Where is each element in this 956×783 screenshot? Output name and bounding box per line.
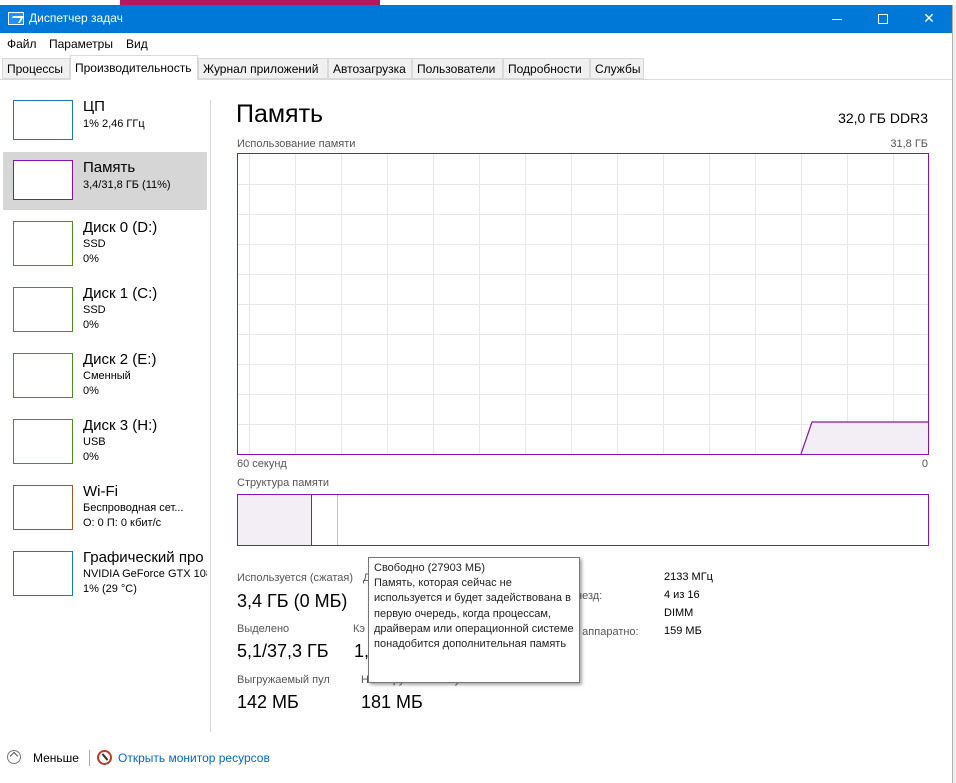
- resource-monitor-icon[interactable]: [97, 750, 112, 765]
- task-manager-icon: [8, 12, 24, 25]
- close-icon: ✕: [923, 10, 935, 26]
- memory-usage-label: Использование памяти: [237, 138, 356, 150]
- used-value: 3,4 ГБ (0 МБ): [237, 591, 348, 611]
- memory-mini-graph: [13, 160, 73, 200]
- gpu-mini-graph: [13, 551, 73, 596]
- window-border: [952, 5, 956, 783]
- sidebar-item-detail: О: 0 П: 0 кбит/с: [83, 517, 162, 529]
- used-label: Используется (сжатая): [237, 572, 354, 584]
- disk-mini-graph: [13, 419, 73, 464]
- memory-usage-area: [801, 422, 928, 454]
- disk-mini-graph: [13, 287, 73, 332]
- sidebar-item-type: SSD: [83, 304, 106, 316]
- nonpaged-pool-value: 181 МБ: [361, 692, 423, 712]
- sidebar-item-name: Wi-Fi: [83, 483, 118, 500]
- sidebar-item-detail: 0%: [83, 385, 99, 397]
- slots-value: 4 из 16: [664, 589, 700, 601]
- memory-spec: 32,0 ГБ DDR3: [838, 110, 928, 126]
- memory-usage-max: 31,8 ГБ: [890, 138, 928, 150]
- cpu-mini-graph: [13, 100, 73, 140]
- sidebar-item-type: USB: [83, 436, 106, 448]
- graph-grid: [238, 154, 928, 454]
- free-memory-tooltip: Свободно (27903 МБ) Память, которая сейч…: [368, 557, 580, 683]
- footer: Меньше Открыть монитор ресурсов: [0, 740, 952, 783]
- sidebar-item-name: Диск 3 (H:): [83, 417, 158, 434]
- tab-services[interactable]: Службы: [590, 58, 644, 79]
- sidebar-item-type: Беспроводная сет...: [83, 502, 184, 514]
- sidebar-item-name: Диск 2 (E:): [83, 351, 157, 368]
- tab-users[interactable]: Пользователи: [412, 58, 503, 79]
- menu-file[interactable]: Файл: [7, 37, 37, 51]
- sidebar-item-type: Сменный: [83, 370, 131, 382]
- menu-options[interactable]: Параметры: [49, 37, 113, 51]
- sidebar-item-name: ЦП: [83, 98, 105, 115]
- sidebar-item-gpu[interactable]: Графический про NVIDIA GeForce GTX 108 1…: [3, 543, 207, 603]
- sidebar-item-detail: 3,4/31,8 ГБ (11%): [83, 179, 171, 191]
- tab-startup[interactable]: Автозагрузка: [328, 58, 412, 79]
- sidebar-item-detail: 0%: [83, 253, 99, 265]
- memory-structure-used[interactable]: [238, 495, 312, 545]
- sidebar-item-name: Память: [83, 159, 136, 176]
- graph-time-zero: 0: [921, 458, 928, 470]
- sidebar-item-type: SSD: [83, 238, 106, 250]
- speed-value: 2133 МГц: [664, 571, 713, 583]
- sidebar-item-name: Диск 1 (C:): [83, 285, 158, 302]
- hardware-reserved-label: о аппаратно:: [573, 626, 639, 638]
- paged-pool-value: 142 МБ: [237, 692, 299, 712]
- menu-bar: Файл Параметры Вид: [0, 33, 952, 55]
- sidebar-divider: [210, 100, 211, 732]
- sidebar-item-cpu[interactable]: ЦП 1% 2,46 ГГц: [3, 93, 207, 153]
- graph-time-span: 60 секунд: [237, 458, 287, 470]
- minimize-button[interactable]: [814, 5, 860, 33]
- sidebar-item-disk-0[interactable]: Диск 0 (D:) SSD 0%: [3, 213, 207, 273]
- memory-structure-label: Структура памяти: [237, 477, 330, 489]
- memory-structure-bar[interactable]: [237, 494, 929, 546]
- sidebar-item-name: Графический про: [83, 549, 204, 566]
- maximize-icon: [878, 14, 888, 25]
- tooltip-body: Память, которая сейчас не используется и…: [374, 577, 574, 651]
- sidebar-item-detail: 0%: [83, 319, 99, 331]
- sidebar-item-name: Диск 0 (D:): [83, 219, 158, 236]
- memory-structure-modified[interactable]: [312, 495, 338, 545]
- tab-details[interactable]: Подробности: [503, 58, 590, 79]
- sidebar-item-wifi[interactable]: Wi-Fi Беспроводная сет... О: 0 П: 0 кбит…: [3, 477, 207, 537]
- memory-usage-graph-canvas: [238, 154, 928, 454]
- maximize-button[interactable]: [860, 5, 906, 33]
- cached-value: 1,: [354, 641, 370, 661]
- memory-usage-graph: [237, 153, 929, 455]
- form-factor-value: DIMM: [664, 607, 694, 619]
- chevron-up-icon[interactable]: [7, 750, 21, 764]
- page-title: Память: [236, 100, 324, 128]
- allocated-label: Выделено: [237, 623, 290, 635]
- fewer-details-button[interactable]: Меньше: [33, 751, 79, 765]
- allocated-value: 5,1/37,3 ГБ: [237, 641, 329, 661]
- cached-label: Кэ: [353, 623, 366, 635]
- tooltip-title: Свободно (27903 МБ): [374, 562, 485, 574]
- disk-mini-graph: [13, 221, 73, 266]
- sidebar-item-detail: 1% 2,46 ГГц: [83, 118, 145, 130]
- open-resource-monitor-link[interactable]: Открыть монитор ресурсов: [118, 751, 270, 765]
- footer-divider: [89, 750, 90, 766]
- sidebar-item-detail: 0%: [83, 451, 99, 463]
- paged-pool-label: Выгружаемый пул: [237, 674, 330, 686]
- sidebar-item-disk-2[interactable]: Диск 2 (E:) Сменный 0%: [3, 345, 207, 405]
- sidebar-item-type: NVIDIA GeForce GTX 108: [83, 568, 207, 580]
- title-bar: Диспетчер задач ✕: [0, 5, 952, 33]
- window-title: Диспетчер задач: [29, 11, 123, 25]
- sidebar-item-memory[interactable]: Память 3,4/31,8 ГБ (11%): [3, 152, 207, 210]
- sidebar-item-disk-3[interactable]: Диск 3 (H:) USB 0%: [3, 411, 207, 471]
- tab-performance[interactable]: Производительность: [70, 55, 198, 80]
- menu-view[interactable]: Вид: [126, 37, 148, 51]
- close-button[interactable]: ✕: [906, 5, 952, 33]
- sidebar-item-detail: 1% (29 °C): [83, 583, 137, 595]
- tab-app-history[interactable]: Журнал приложений: [198, 58, 328, 79]
- hardware-reserved-value: 159 МБ: [664, 625, 702, 637]
- tab-processes[interactable]: Процессы: [2, 58, 70, 79]
- disk-mini-graph: [13, 353, 73, 398]
- minimize-icon: [832, 18, 842, 20]
- wifi-mini-graph: [13, 485, 73, 530]
- tab-strip: Процессы Производительность Журнал прило…: [0, 55, 952, 80]
- sidebar-item-disk-1[interactable]: Диск 1 (C:) SSD 0%: [3, 279, 207, 339]
